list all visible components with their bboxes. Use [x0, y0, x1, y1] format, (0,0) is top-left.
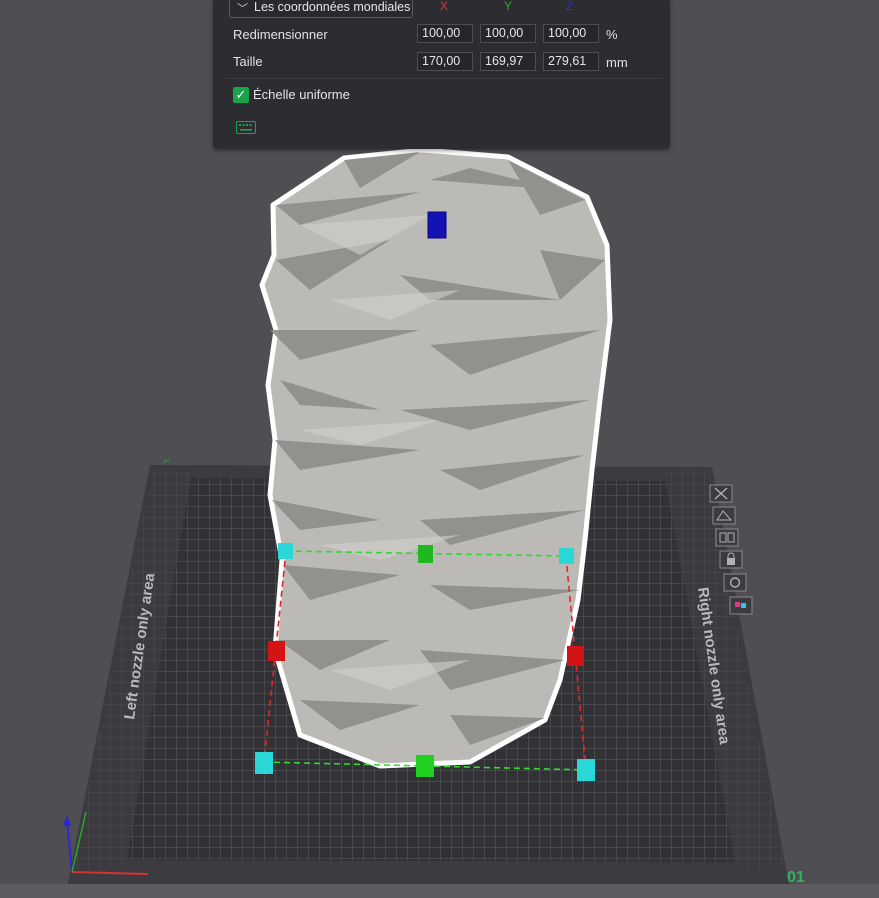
scale-handle-y — [418, 545, 433, 563]
uniform-scale-checkbox[interactable]: ✓ — [233, 87, 249, 103]
status-strip — [0, 884, 879, 898]
corner-handle — [255, 752, 273, 774]
settings-icon[interactable] — [723, 573, 747, 592]
close-icon[interactable] — [709, 484, 733, 503]
coordinate-dropdown-label: Les coordonnées mondiales — [254, 0, 411, 14]
scale-y-input[interactable]: 100,00 — [480, 24, 536, 43]
coordinate-dropdown[interactable]: ﹀ Les coordonnées mondiales — [229, 0, 413, 18]
corner-handle — [559, 548, 574, 564]
axis-z-label: Z — [566, 0, 574, 13]
color-icon[interactable] — [729, 596, 753, 615]
size-z-input[interactable]: 279,61 — [543, 52, 599, 71]
checkmark-icon: ✓ — [235, 87, 247, 102]
axis-y-label: Y — [504, 0, 513, 13]
size-x-input[interactable]: 170,00 — [417, 52, 473, 71]
corner-handle — [278, 543, 293, 559]
size-row-label: Taille — [233, 54, 263, 69]
axis-x-label: X — [440, 0, 449, 13]
corner-handle — [577, 759, 595, 781]
uniform-scale-label: Échelle uniforme — [253, 87, 350, 102]
orient-icon[interactable] — [712, 506, 736, 525]
scale-unit: % — [606, 27, 618, 42]
scale-x-input[interactable]: 100,00 — [417, 24, 473, 43]
scale-handle-x — [268, 641, 285, 661]
chevron-down-icon: ﹀ — [237, 3, 248, 15]
scale-handle-x — [567, 646, 584, 666]
keyboard-icon[interactable] — [236, 121, 256, 134]
scale-handle-y — [416, 755, 434, 777]
lock-icon[interactable] — [719, 550, 743, 569]
panel-divider — [225, 78, 662, 79]
vase-model[interactable] — [259, 147, 613, 769]
scale-panel: ﹀ Les coordonnées mondiales X Y Z Redime… — [213, 0, 670, 149]
scale-z-input[interactable]: 100,00 — [543, 24, 599, 43]
plate-corner-glyph: ⌐ — [164, 456, 170, 467]
size-y-input[interactable]: 169,97 — [480, 52, 536, 71]
size-unit: mm — [606, 55, 628, 70]
plate-number[interactable]: 01 — [787, 869, 805, 886]
scale-row-label: Redimensionner — [233, 27, 328, 42]
scale-handle-z — [427, 211, 447, 239]
arrange-icon[interactable] — [715, 528, 739, 547]
